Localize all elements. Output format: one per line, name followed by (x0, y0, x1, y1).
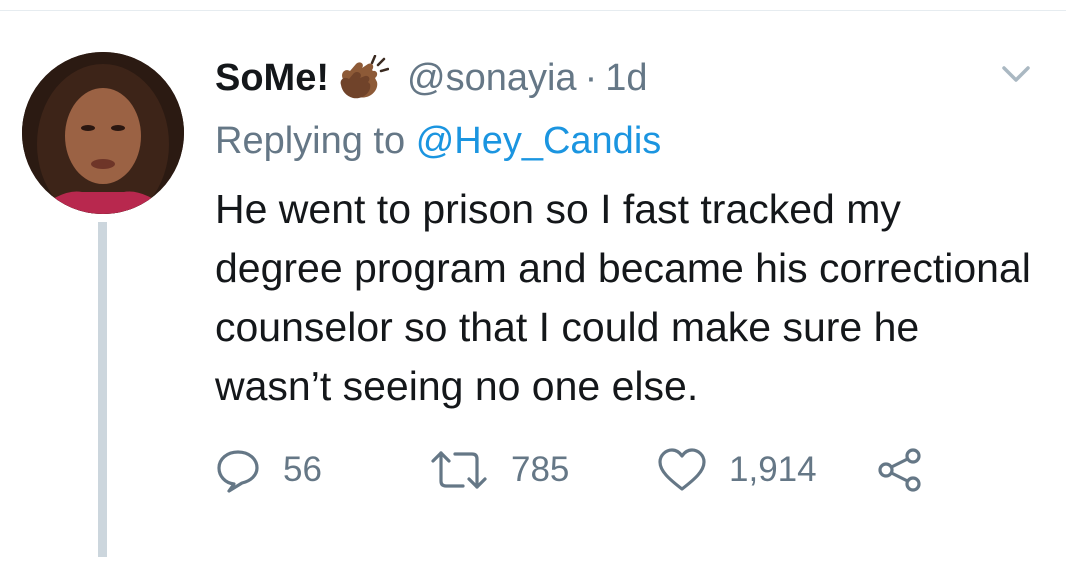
avatar[interactable] (22, 52, 184, 214)
retweet-action[interactable]: 785 (429, 446, 569, 494)
heart-icon (658, 448, 706, 491)
clapping-hands-emoji-icon (337, 54, 390, 101)
reply-icon (217, 450, 259, 493)
replying-to-mention[interactable]: @Hey_Candis (416, 120, 662, 162)
replying-prefix: Replying to (215, 120, 406, 162)
tweet-header: SoMe! @sonayia · 1d (215, 52, 648, 104)
thread-line (98, 222, 107, 557)
timestamp[interactable]: 1d (605, 57, 647, 100)
like-count: 1,914 (729, 450, 817, 489)
reply-count: 56 (283, 450, 322, 489)
author-name[interactable]: SoMe! (215, 57, 329, 100)
like-action[interactable]: 1,914 (657, 446, 817, 494)
share-icon (878, 448, 921, 492)
tweet-text: He went to prison so I fast tracked my d… (215, 186, 1031, 409)
chevron-down-icon[interactable] (1000, 62, 1032, 86)
share-action[interactable] (877, 446, 923, 494)
reply-action[interactable]: 56 (215, 446, 322, 494)
author-handle[interactable]: @sonayia (407, 57, 577, 100)
retweet-count: 785 (511, 450, 570, 489)
top-divider (0, 10, 1066, 11)
replying-to: Replying to @Hey_Candis (215, 120, 661, 163)
separator-dot: · (584, 56, 598, 99)
retweet-icon (431, 451, 487, 489)
avatar-image (22, 52, 184, 214)
tweet-actions: 56 785 1,914 (215, 446, 975, 494)
